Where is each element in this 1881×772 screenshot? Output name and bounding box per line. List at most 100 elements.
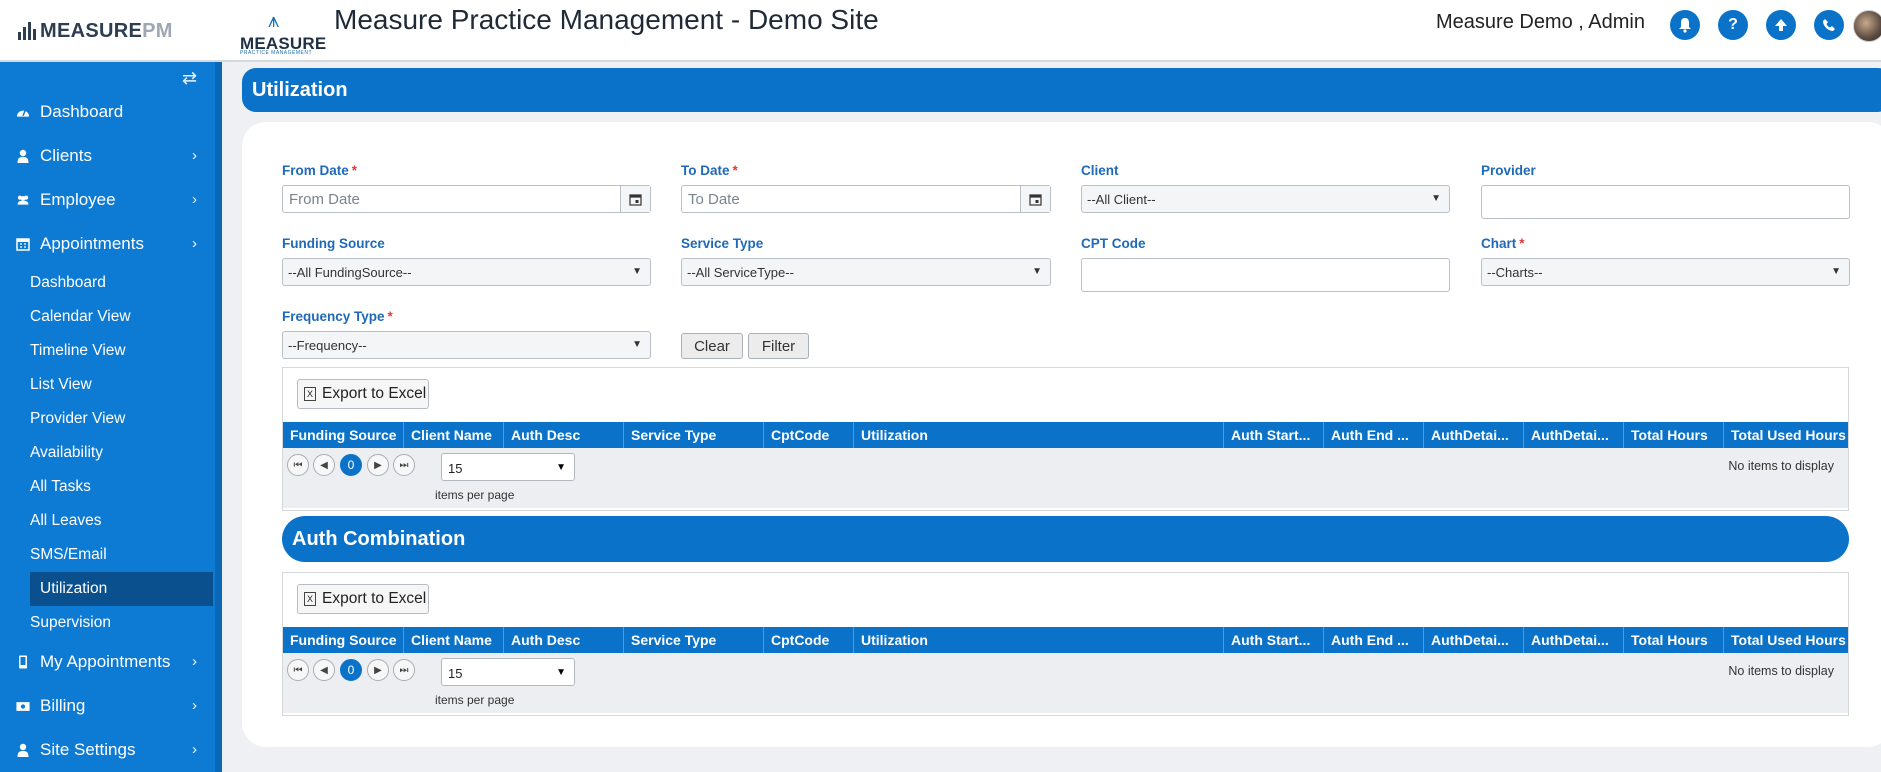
col-service-type[interactable]: Service Type	[624, 422, 764, 448]
caret-down-icon: ▼	[1431, 193, 1441, 204]
sidebar-item-billing[interactable]: Billing ›	[0, 686, 215, 726]
avatar[interactable]	[1853, 10, 1881, 42]
col-service-type[interactable]: Service Type	[624, 627, 764, 653]
sidebar-item-employee[interactable]: Employee ›	[0, 180, 215, 220]
first-page-icon[interactable]: ⏮	[287, 659, 309, 681]
col-client-name[interactable]: Client Name	[404, 422, 504, 448]
first-page-icon[interactable]: ⏮	[287, 454, 309, 476]
brand-logo[interactable]: MEASUREPM	[18, 16, 173, 46]
grid-header: Funding Source Client Name Auth Desc Ser…	[283, 422, 1848, 448]
col-utilization[interactable]: Utilization	[854, 627, 1224, 653]
sidebar: ⇄ Dashboard Clients › Employee › Appoint…	[0, 62, 215, 772]
frequency-type-select[interactable]: --Frequency-- ▼	[282, 331, 651, 359]
from-date-input[interactable]: From Date	[282, 185, 651, 213]
utilization-grid: X Export to Excel Funding Source Client …	[282, 367, 1849, 511]
col-total-hours[interactable]: Total Hours	[1624, 627, 1724, 653]
page-size-select[interactable]: 15 ▼	[441, 453, 575, 481]
help-icon[interactable]: ?	[1718, 10, 1748, 40]
frequency-type-label: Frequency Type *	[282, 309, 393, 324]
sidebar-subitem-provider-view[interactable]: Provider View	[30, 404, 213, 434]
cpt-code-label: CPT Code	[1081, 236, 1146, 251]
from-date-label: From Date *	[282, 163, 358, 178]
export-to-excel-button[interactable]: X Export to Excel	[297, 379, 429, 409]
provider-label: Provider	[1481, 163, 1536, 178]
calendar-icon[interactable]	[1020, 186, 1050, 212]
caret-down-icon: ▼	[632, 339, 642, 350]
col-auth-detail-2[interactable]: AuthDetai...	[1524, 422, 1624, 448]
funding-source-select[interactable]: --All FundingSource-- ▼	[282, 258, 651, 286]
col-auth-start[interactable]: Auth Start...	[1224, 627, 1324, 653]
current-page[interactable]: 0	[340, 659, 362, 681]
client-select[interactable]: --All Client-- ▼	[1081, 185, 1450, 213]
empty-message: No items to display	[1728, 459, 1834, 473]
chevron-right-icon: ›	[192, 235, 197, 252]
sidebar-item-dashboard[interactable]: Dashboard	[0, 92, 215, 132]
sidebar-item-my-appointments[interactable]: My Appointments ›	[0, 642, 215, 682]
sidebar-subitem-list-view[interactable]: List View	[30, 370, 213, 400]
prev-page-icon[interactable]: ◀	[313, 454, 335, 476]
col-auth-end[interactable]: Auth End ...	[1324, 422, 1424, 448]
to-date-label: To Date *	[681, 163, 738, 178]
prev-page-icon[interactable]: ◀	[313, 659, 335, 681]
grid-header: Funding Source Client Name Auth Desc Ser…	[283, 627, 1848, 653]
chevron-right-icon: ›	[192, 147, 197, 164]
service-type-select[interactable]: --All ServiceType-- ▼	[681, 258, 1051, 286]
sidebar-item-appointments[interactable]: Appointments ›	[0, 224, 215, 264]
items-per-page-label: items per page	[435, 693, 515, 707]
sidebar-subitem-supervision[interactable]: Supervision	[30, 608, 213, 638]
calendar-icon[interactable]	[620, 186, 650, 212]
sidebar-subitem-calendar-view[interactable]: Calendar View	[30, 302, 213, 332]
phone-icon[interactable]	[1814, 10, 1844, 40]
last-page-icon[interactable]: ⏭	[393, 454, 415, 476]
sidebar-subitem-timeline-view[interactable]: Timeline View	[30, 336, 213, 366]
col-total-used-hours[interactable]: Total Used Hours	[1724, 422, 1848, 448]
money-icon	[16, 699, 30, 713]
excel-icon: X	[304, 592, 316, 606]
chevron-right-icon: ›	[192, 741, 197, 758]
chart-select[interactable]: --Charts-- ▼	[1481, 258, 1850, 286]
next-page-icon[interactable]: ▶	[367, 659, 389, 681]
sidebar-item-site-settings[interactable]: Site Settings ›	[0, 730, 215, 770]
sidebar-subitem-all-tasks[interactable]: All Tasks	[30, 472, 213, 502]
cpt-code-input[interactable]	[1081, 258, 1450, 292]
sidebar-item-clients[interactable]: Clients ›	[0, 136, 215, 176]
bell-icon[interactable]	[1670, 10, 1700, 40]
col-total-used-hours[interactable]: Total Used Hours	[1724, 627, 1848, 653]
col-auth-detail-1[interactable]: AuthDetai...	[1424, 627, 1524, 653]
sidebar-subitem-availability[interactable]: Availability	[30, 438, 213, 468]
col-auth-start[interactable]: Auth Start...	[1224, 422, 1324, 448]
col-cptcode[interactable]: CptCode	[764, 627, 854, 653]
sidebar-subitem-all-leaves[interactable]: All Leaves	[30, 506, 213, 536]
sidebar-subitem-sms-email[interactable]: SMS/Email	[30, 540, 213, 570]
empty-message: No items to display	[1728, 664, 1834, 678]
to-date-input[interactable]: To Date	[681, 185, 1051, 213]
col-total-hours[interactable]: Total Hours	[1624, 422, 1724, 448]
col-funding-source[interactable]: Funding Source	[283, 422, 404, 448]
col-auth-end[interactable]: Auth End ...	[1324, 627, 1424, 653]
col-cptcode[interactable]: CptCode	[764, 422, 854, 448]
col-utilization[interactable]: Utilization	[854, 422, 1224, 448]
filter-button[interactable]: Filter	[748, 333, 809, 359]
upload-icon[interactable]	[1766, 10, 1796, 40]
mobile-icon	[16, 655, 30, 669]
provider-input[interactable]	[1481, 185, 1850, 219]
export-to-excel-button[interactable]: X Export to Excel	[297, 584, 429, 614]
col-client-name[interactable]: Client Name	[404, 627, 504, 653]
col-auth-detail-1[interactable]: AuthDetai...	[1424, 422, 1524, 448]
next-page-icon[interactable]: ▶	[367, 454, 389, 476]
col-auth-desc[interactable]: Auth Desc	[504, 422, 624, 448]
page-size-select[interactable]: 15 ▼	[441, 658, 575, 686]
sidebar-toggle-icon[interactable]: ⇄	[182, 68, 197, 89]
sidebar-subitem-dashboard[interactable]: Dashboard	[30, 268, 213, 298]
current-page[interactable]: 0	[340, 454, 362, 476]
caret-down-icon: ▼	[556, 462, 566, 473]
caret-down-icon: ▼	[556, 667, 566, 678]
col-auth-desc[interactable]: Auth Desc	[504, 627, 624, 653]
user-icon	[16, 743, 30, 757]
user-name[interactable]: Measure Demo , Admin	[1436, 11, 1645, 34]
clear-button[interactable]: Clear	[681, 333, 743, 359]
last-page-icon[interactable]: ⏭	[393, 659, 415, 681]
col-funding-source[interactable]: Funding Source	[283, 627, 404, 653]
col-auth-detail-2[interactable]: AuthDetai...	[1524, 627, 1624, 653]
sidebar-subitem-utilization[interactable]: Utilization	[30, 572, 213, 606]
